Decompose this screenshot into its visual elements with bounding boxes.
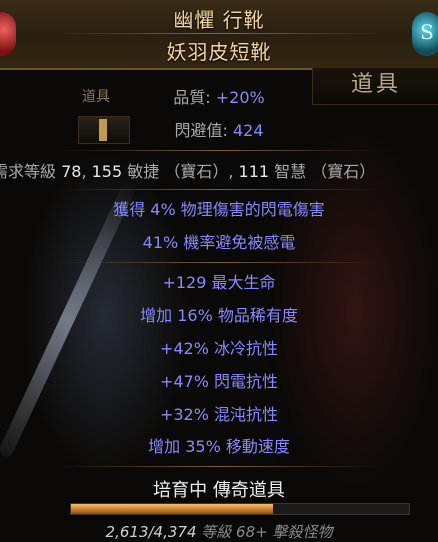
item-name: 幽懼 行靴	[173, 8, 265, 32]
explicit-mod: +32% 混沌抗性	[159, 405, 279, 424]
item-base-type: 妖羽皮短靴	[166, 40, 272, 64]
incubator-title: 培育中 傳奇道具	[153, 480, 285, 501]
explicit-mod: +42% 冰冷抗性	[159, 339, 279, 358]
implicit-mod: 獲得 4% 物理傷害的閃電傷害	[113, 200, 325, 219]
separator	[60, 262, 380, 263]
separator	[60, 466, 380, 467]
separator	[60, 150, 380, 151]
separator	[60, 189, 380, 190]
property-quality: 品質: +20%	[173, 88, 265, 107]
item-header: S 幽懼 行靴 妖羽皮短靴	[0, 0, 438, 70]
explicit-mod: +129 最大生命	[162, 273, 276, 292]
header-divider	[50, 33, 388, 34]
property-evasion: 閃避值: 424	[174, 121, 264, 140]
explicit-mod: 增加 16% 物品稀有度	[140, 306, 298, 325]
explicit-mod: 增加 35% 移動速度	[148, 437, 290, 456]
implicit-mod: 41% 機率避免被感電	[142, 233, 296, 252]
incubator-progress-fill	[71, 504, 273, 514]
requirements-line: 需求等級 78, 155 敏捷 （寶石）, 111 智慧 （寶石）	[0, 162, 376, 181]
incubator-progress-bar	[70, 503, 410, 515]
incubator-progress-text: 2,613/4,374 等級 68+ 擊殺怪物	[105, 523, 333, 541]
explicit-mod: +47% 閃電抗性	[159, 372, 279, 391]
